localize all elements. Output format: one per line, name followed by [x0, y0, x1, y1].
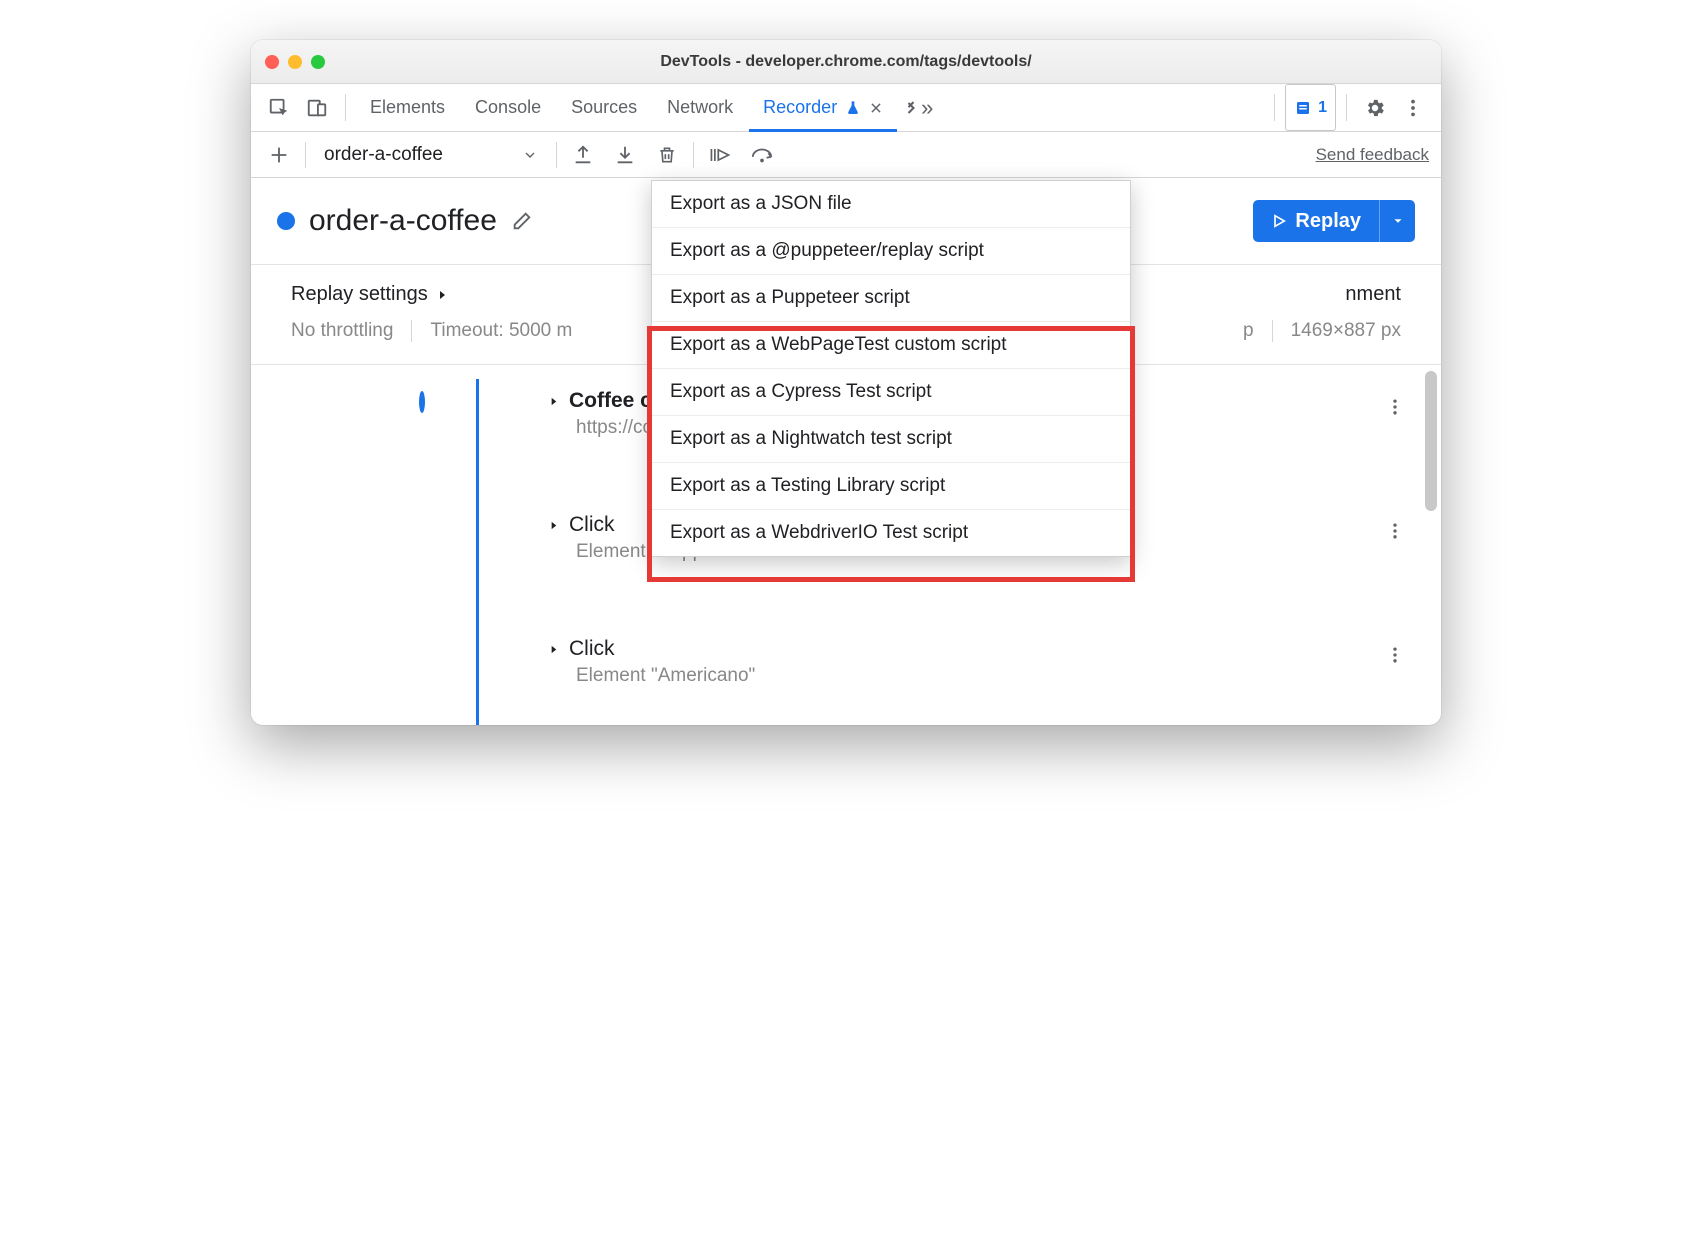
chevron-right-icon [548, 396, 559, 407]
replay-settings-toggle[interactable]: Replay settings [291, 283, 448, 306]
step-kebab-icon[interactable] [1385, 645, 1405, 665]
replay-button[interactable]: Replay [1253, 200, 1415, 242]
step-title: Click [569, 637, 615, 661]
step-subtitle: Element "Americano" [496, 665, 755, 687]
devtools-window: DevTools - developer.chrome.com/tags/dev… [251, 40, 1441, 725]
issues-button[interactable]: 1 [1285, 84, 1336, 131]
titlebar: DevTools - developer.chrome.com/tags/dev… [251, 40, 1441, 84]
settings-gear-icon[interactable] [1357, 84, 1393, 131]
traffic-lights [265, 55, 325, 69]
issues-count: 1 [1318, 99, 1327, 117]
recorder-toolbar: order-a-coffee Send feedback [251, 132, 1441, 178]
more-tabs-icon[interactable]: » [899, 84, 935, 131]
continue-icon[interactable] [704, 139, 736, 171]
export-item-label: Export as a Cypress Test script [670, 381, 932, 402]
toggle-device-icon[interactable] [299, 84, 335, 131]
close-tab-icon[interactable] [869, 101, 883, 115]
window-title: DevTools - developer.chrome.com/tags/dev… [251, 53, 1441, 71]
replay-label: Replay [1295, 210, 1361, 233]
viewport-value: 1469×887 px [1291, 320, 1401, 342]
chevron-right-icon [548, 520, 559, 531]
tab-network[interactable]: Network [653, 84, 747, 131]
scrollbar[interactable] [1425, 371, 1437, 719]
step-kebab-icon[interactable] [1385, 397, 1405, 417]
export-icon[interactable] [567, 139, 599, 171]
chevron-right-icon [436, 289, 448, 301]
tab-elements[interactable]: Elements [356, 84, 459, 131]
scrollbar-thumb[interactable] [1425, 371, 1437, 511]
export-item-label: Export as a Nightwatch test script [670, 428, 952, 449]
close-window-button[interactable] [265, 55, 279, 69]
export-item-label: Export as a Testing Library script [670, 475, 945, 496]
replay-settings-label: Replay settings [291, 283, 428, 306]
divider [345, 94, 346, 121]
export-menu-item[interactable]: Export as a Puppeteer script [652, 275, 1130, 322]
kebab-menu-icon[interactable] [1395, 84, 1431, 131]
flask-icon [845, 100, 861, 116]
tab-label: Recorder [763, 97, 837, 118]
import-icon[interactable] [609, 139, 641, 171]
inspect-element-icon[interactable] [261, 84, 297, 131]
export-menu-item[interactable]: Export as a WebdriverIO Test script [652, 510, 1130, 556]
delete-icon[interactable] [651, 139, 683, 171]
new-recording-icon[interactable] [263, 139, 295, 171]
replay-button-main[interactable]: Replay [1253, 200, 1379, 242]
tab-label: Console [475, 97, 541, 118]
export-menu-item[interactable]: Export as a WebPageTest custom script [652, 322, 1130, 369]
recording-select[interactable]: order-a-coffee [316, 144, 546, 166]
setting-mid-partial: p [1243, 320, 1254, 342]
export-menu-item[interactable]: Export as a JSON file [652, 181, 1130, 228]
devtools-tabbar: Elements Console Sources Network Recorde… [251, 84, 1441, 132]
tab-label: Sources [571, 97, 637, 118]
export-menu-item[interactable]: Export as a Nightwatch test script [652, 416, 1130, 463]
play-icon [1271, 213, 1287, 229]
export-menu-item[interactable]: Export as a Testing Library script [652, 463, 1130, 510]
throttling-value[interactable]: No throttling [291, 320, 393, 342]
export-item-label: Export as a JSON file [670, 193, 852, 214]
replay-button-chevron[interactable] [1379, 200, 1415, 242]
chevron-down-icon [522, 147, 538, 163]
export-menu: Export as a JSON file Export as a @puppe… [651, 180, 1131, 557]
divider [411, 320, 412, 342]
export-item-label: Export as a Puppeteer script [670, 287, 910, 308]
environment-label-partial: nment [1345, 283, 1401, 306]
step-title: Coffee c [569, 389, 652, 413]
tab-label: Elements [370, 97, 445, 118]
step-marker [291, 391, 331, 413]
export-item-label: Export as a @puppeteer/replay script [670, 240, 984, 261]
divider [1346, 94, 1347, 121]
recording-title: order-a-coffee [309, 204, 497, 238]
export-item-label: Export as a WebPageTest custom script [670, 334, 1007, 355]
step-subtitle: https://co [496, 417, 653, 439]
tab-recorder[interactable]: Recorder [749, 84, 897, 131]
edit-name-icon[interactable] [511, 210, 533, 232]
step-row[interactable]: Click Element "Americano" [496, 635, 1401, 689]
step-over-icon[interactable] [746, 139, 778, 171]
tab-console[interactable]: Console [461, 84, 555, 131]
export-menu-item[interactable]: Export as a Cypress Test script [652, 369, 1130, 416]
chevron-right-icon [548, 644, 559, 655]
timeout-value[interactable]: Timeout: 5000 m [430, 320, 572, 342]
tab-label: Network [667, 97, 733, 118]
step-marker [291, 655, 331, 669]
step-title: Click [569, 513, 615, 537]
divider [556, 142, 557, 168]
step-kebab-icon[interactable] [1385, 521, 1405, 541]
zoom-window-button[interactable] [311, 55, 325, 69]
issues-icon [1294, 99, 1312, 117]
export-item-label: Export as a WebdriverIO Test script [670, 522, 968, 543]
divider [305, 142, 306, 168]
divider [693, 142, 694, 168]
divider [1274, 94, 1275, 121]
step-marker [291, 531, 331, 545]
recording-status-dot [277, 212, 295, 230]
recording-select-value: order-a-coffee [324, 144, 443, 166]
send-feedback-link[interactable]: Send feedback [1316, 145, 1429, 165]
export-menu-item[interactable]: Export as a @puppeteer/replay script [652, 228, 1130, 275]
divider [1272, 320, 1273, 342]
tab-sources[interactable]: Sources [557, 84, 651, 131]
minimize-window-button[interactable] [288, 55, 302, 69]
